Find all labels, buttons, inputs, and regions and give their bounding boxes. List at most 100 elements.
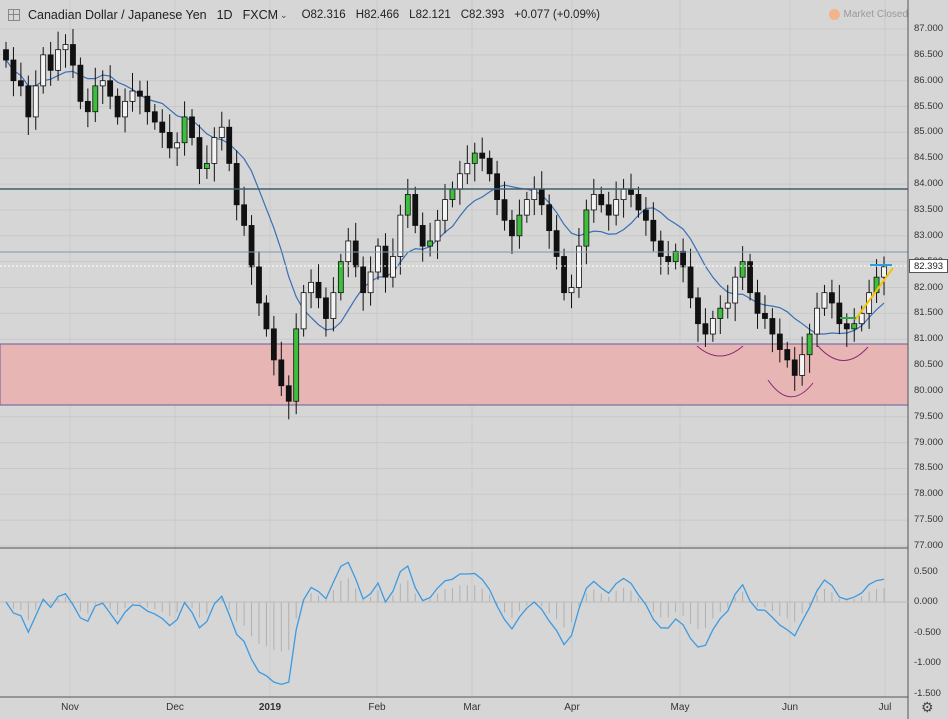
- candle-body: [709, 318, 716, 335]
- candle-body: [650, 219, 657, 242]
- chart-header: Canadian Dollar / Japanese Yen 1D FXCM ⌄…: [0, 0, 908, 30]
- candle-body: [598, 194, 605, 206]
- candle-body: [211, 137, 218, 164]
- candle-body: [471, 152, 478, 164]
- candle-body: [92, 85, 99, 113]
- candle-body: [464, 163, 471, 175]
- time-axis-label: Jul: [878, 702, 892, 713]
- close-value: C82.393: [460, 9, 505, 21]
- candle-body: [881, 266, 887, 278]
- candle-body: [583, 209, 590, 247]
- price-axis-label: 84.500: [914, 152, 944, 164]
- gear-icon[interactable]: ⚙: [921, 699, 934, 716]
- candle-body: [70, 44, 76, 66]
- candle-body: [456, 173, 463, 190]
- candle-body: [672, 250, 679, 263]
- open-value: O82.316: [301, 9, 346, 21]
- price-axis-label: 80.500: [914, 359, 944, 371]
- candle-body: [702, 323, 709, 335]
- layout-grid-icon[interactable]: [8, 9, 20, 21]
- candle-body: [196, 137, 203, 169]
- support-zone: [0, 343, 909, 406]
- candle-body: [330, 292, 337, 319]
- price-axis-label: 77.000: [914, 540, 944, 551]
- oscillator-axis-label: -1.000: [914, 657, 941, 668]
- candle-body: [114, 95, 121, 118]
- candle-body: [739, 261, 746, 278]
- candle-body: [25, 85, 32, 118]
- candle-body: [516, 214, 523, 237]
- candle-body: [776, 333, 783, 350]
- price-axis-label: 81.500: [914, 307, 944, 319]
- candle-body: [62, 44, 69, 51]
- candle-body: [479, 152, 486, 159]
- candle-body: [546, 204, 553, 232]
- candle-body: [680, 250, 687, 268]
- candle-body: [159, 121, 166, 133]
- candle-body: [613, 199, 620, 216]
- oscillator-axis-label: 0.000: [914, 596, 938, 607]
- exchange-name[interactable]: FXCM: [243, 8, 278, 22]
- chevron-down-icon[interactable]: ⌄: [280, 10, 288, 21]
- oscillator-axis-label: -1.500: [914, 687, 941, 699]
- candle-body: [345, 240, 352, 263]
- candle-body: [509, 219, 515, 237]
- candle-body: [501, 199, 508, 221]
- candle-body: [486, 157, 493, 175]
- candle-body: [843, 323, 850, 330]
- price-axis-label: 79.000: [914, 436, 944, 448]
- candle-body: [553, 230, 560, 257]
- candle-body: [434, 219, 441, 242]
- candle-body: [791, 359, 798, 376]
- candle-body: [799, 354, 806, 376]
- candle-body: [218, 126, 225, 138]
- candle-body: [814, 307, 820, 335]
- candle-body: [270, 328, 277, 361]
- candle-body: [181, 116, 188, 144]
- candle-body: [203, 163, 210, 169]
- candle-body: [144, 95, 151, 113]
- candle-body: [226, 126, 233, 164]
- candle-body: [754, 292, 761, 314]
- time-axis-label: Feb: [368, 702, 386, 713]
- candle-body: [717, 307, 724, 319]
- candle-body: [107, 80, 114, 97]
- candle-body: [122, 100, 128, 118]
- candle-body: [642, 209, 649, 221]
- candle-body: [256, 266, 262, 304]
- candle-body: [762, 312, 768, 319]
- price-axis-label: 85.000: [914, 126, 944, 138]
- candle-body: [390, 256, 396, 278]
- candle-body: [293, 328, 300, 402]
- candle-body: [278, 359, 285, 387]
- candle-body: [769, 318, 776, 335]
- market-closed-icon: [828, 9, 840, 20]
- candle-body: [404, 194, 411, 216]
- candle-body: [561, 256, 567, 294]
- timeframe[interactable]: 1D: [217, 8, 233, 22]
- candle-body: [851, 323, 858, 330]
- high-value: H82.466: [355, 9, 400, 21]
- price-axis-label: 79.500: [914, 410, 944, 422]
- candle-body: [442, 199, 448, 221]
- candle-body: [531, 188, 538, 201]
- market-status: Market Closed: [828, 9, 908, 20]
- candle-body: [10, 59, 17, 82]
- time-axis-label: Mar: [463, 702, 481, 713]
- symbol-name[interactable]: Canadian Dollar / Japanese Yen: [28, 8, 207, 22]
- candle-body: [40, 54, 47, 87]
- candle-body: [412, 194, 419, 226]
- candle-body: [784, 349, 791, 361]
- candle-body: [382, 245, 389, 278]
- candle-body: [166, 131, 173, 149]
- candle-body: [695, 297, 701, 325]
- candle-body: [300, 292, 307, 330]
- candle-body: [568, 287, 575, 294]
- candle-body: [523, 199, 530, 216]
- price-chart[interactable]: [0, 0, 948, 719]
- price-axis-label: 80.000: [914, 384, 944, 396]
- price-axis-label: 83.000: [914, 229, 944, 241]
- price-axis-label: 78.500: [914, 462, 944, 474]
- price-axis-label: 82.000: [914, 281, 944, 293]
- price-axis-label: 86.500: [914, 48, 944, 60]
